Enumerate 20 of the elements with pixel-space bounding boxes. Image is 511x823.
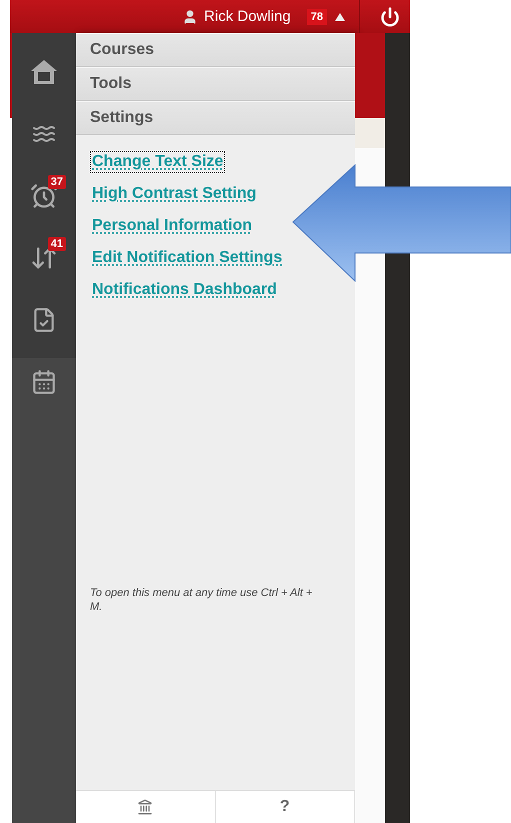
settings-link[interactable]: High Contrast Setting bbox=[90, 183, 258, 205]
count-badge: 37 bbox=[48, 175, 66, 189]
home-icon[interactable] bbox=[29, 57, 59, 87]
bank-icon bbox=[137, 799, 154, 815]
user-icon bbox=[182, 8, 198, 24]
calendar-icon[interactable] bbox=[31, 369, 57, 395]
shortcut-hint: To open this menu at any time use Ctrl + Alt + M. bbox=[90, 586, 314, 614]
settings-link[interactable]: Notifications Dashboard bbox=[90, 279, 279, 301]
notification-count[interactable]: 78 bbox=[306, 8, 327, 24]
count-badge: 41 bbox=[48, 237, 66, 251]
settings-link[interactable]: Edit Notification Settings bbox=[90, 247, 284, 269]
settings-link[interactable]: Change Text Size bbox=[90, 151, 226, 173]
menu-section[interactable]: Tools bbox=[76, 67, 355, 101]
menu-section[interactable]: Courses bbox=[76, 33, 355, 67]
user-name-text[interactable]: Rick Dowling bbox=[204, 8, 291, 25]
user-name[interactable]: Rick Dowling bbox=[182, 8, 291, 25]
caret-icon[interactable] bbox=[335, 12, 345, 20]
menu-section[interactable]: Settings bbox=[76, 101, 355, 135]
power-icon[interactable] bbox=[380, 6, 400, 26]
settings-link[interactable]: Personal Information bbox=[90, 215, 254, 237]
